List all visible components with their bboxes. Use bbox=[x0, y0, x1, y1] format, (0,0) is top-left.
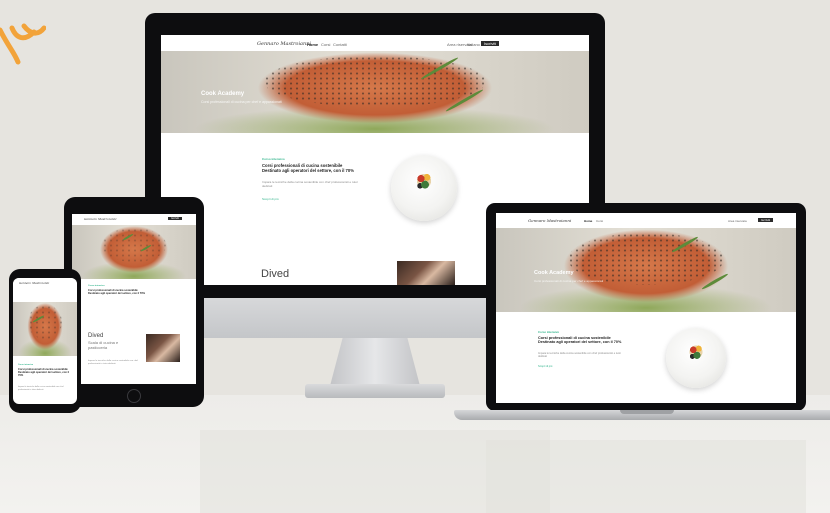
section-thumbnail bbox=[146, 334, 180, 362]
responsive-devices-scene: Gennaro Mastroianni Home Corsi Contatti … bbox=[0, 0, 830, 513]
site-navbar: Gennaro Mastroianni Iscriviti bbox=[72, 214, 196, 224]
nav-link-home[interactable]: Home bbox=[584, 219, 592, 223]
course-title: Corsi professionali di cucina sostenibil… bbox=[88, 289, 180, 296]
section-heading: Dived bbox=[88, 333, 104, 339]
smartphone: Gennaro Mastroianni Corso intensivo Cors… bbox=[9, 269, 81, 413]
course-body: Impara le tecniche della cucina sostenib… bbox=[262, 180, 359, 188]
course-eyebrow: Corso intensivo bbox=[538, 330, 560, 334]
course-title-line2: Destinato agli operatori del settore, co… bbox=[88, 291, 145, 295]
tablet-home-button[interactable] bbox=[127, 389, 141, 403]
nav-link-home[interactable]: Home bbox=[307, 42, 318, 47]
site-logo[interactable]: Gennaro Mastroianni bbox=[84, 217, 116, 221]
site-logo[interactable]: Gennaro Mastroianni bbox=[528, 218, 571, 223]
site-navbar: Gennaro Mastroianni bbox=[13, 278, 77, 287]
nav-link-corsi[interactable]: Corsi bbox=[321, 42, 330, 47]
laptop: Gennaro Mastroianni Home Corsi Area rise… bbox=[486, 203, 806, 411]
brand-mark-icon bbox=[0, 23, 46, 65]
hero-image-texture bbox=[101, 228, 167, 262]
hero-banner bbox=[13, 302, 77, 356]
tablet: Gennaro Mastroianni Iscriviti Corso inte… bbox=[64, 197, 204, 407]
site-logo[interactable]: Gennaro Mastroianni bbox=[257, 41, 311, 47]
laptop-screen: Gennaro Mastroianni Home Corsi Area rise… bbox=[496, 213, 796, 403]
course-title-line2: Destinato agli operatori del settore, co… bbox=[538, 340, 622, 345]
hero-title: Cook Academy bbox=[534, 270, 574, 276]
hero-image-texture bbox=[568, 233, 724, 286]
course-eyebrow: Corso intensivo bbox=[88, 285, 105, 287]
plate-image bbox=[391, 155, 457, 221]
course-link[interactable]: Scopri di più bbox=[262, 197, 279, 201]
section-subtitle-line2: pasticceria bbox=[88, 344, 108, 350]
nav-link-area-riservata[interactable]: Area riservata bbox=[728, 219, 747, 223]
plate-food bbox=[687, 341, 705, 363]
phone-screen: Gennaro Mastroianni Corso intensivo Cors… bbox=[13, 278, 77, 404]
hero-subtitle: Corsi professionali di cucina per chef e… bbox=[201, 100, 282, 104]
nav-link-language[interactable]: Italiano bbox=[467, 42, 480, 47]
tablet-screen: Gennaro Mastroianni Iscriviti Corso inte… bbox=[72, 214, 196, 384]
course-title: Corsi professionali di cucina sostenibil… bbox=[538, 336, 648, 345]
laptop-reflection bbox=[486, 440, 806, 513]
hero-banner: Cook Academy Corsi professionali di cuci… bbox=[496, 228, 796, 312]
course-title: Corsi professionali di cucina sostenibil… bbox=[18, 368, 72, 378]
section-thumbnail bbox=[397, 261, 455, 285]
course-link[interactable]: Scopri di più bbox=[538, 365, 552, 368]
course-title: Corsi professionali di cucina sostenibil… bbox=[262, 163, 382, 174]
nav-cta-button[interactable]: Iscriviti bbox=[168, 217, 182, 220]
course-eyebrow: Corso intensivo bbox=[262, 157, 285, 161]
nav-cta-button[interactable]: Iscriviti bbox=[481, 41, 500, 46]
plate-image bbox=[666, 328, 726, 388]
course-title-line2: Destinato agli operatori del settore, co… bbox=[18, 370, 70, 377]
hero-subtitle: Corsi professionali di cucina per chef e… bbox=[534, 279, 604, 283]
section-body: Impara le tecniche della cucina sostenib… bbox=[88, 360, 138, 365]
section-subtitle: Scala di cucina e pasticceria bbox=[88, 340, 138, 350]
hero-image-texture bbox=[263, 55, 487, 107]
imac-stand-neck bbox=[330, 338, 420, 386]
hero-title: Cook Academy bbox=[201, 91, 245, 97]
nav-cta-button[interactable]: Iscriviti bbox=[758, 218, 774, 222]
laptop-notch bbox=[620, 410, 674, 414]
imac-stand-foot bbox=[305, 384, 445, 398]
hero-banner: Cook Academy Corsi professionali di cuci… bbox=[161, 51, 589, 133]
site-logo[interactable]: Gennaro Mastroianni bbox=[19, 281, 49, 285]
course-body: Impara le tecniche della cucina sostenib… bbox=[18, 386, 64, 391]
nav-link-corsi[interactable]: Corsi bbox=[596, 219, 603, 223]
hero-banner bbox=[72, 225, 196, 279]
section-heading: Dived bbox=[261, 268, 290, 280]
course-title-line2: Destinato agli operatori del settore, co… bbox=[262, 167, 354, 173]
nav-link-contatti[interactable]: Contatti bbox=[333, 42, 347, 47]
course-body: Impara le tecniche della cucina sostenib… bbox=[538, 352, 622, 359]
plate-food bbox=[414, 169, 434, 193]
course-eyebrow: Corso intensivo bbox=[18, 364, 34, 366]
